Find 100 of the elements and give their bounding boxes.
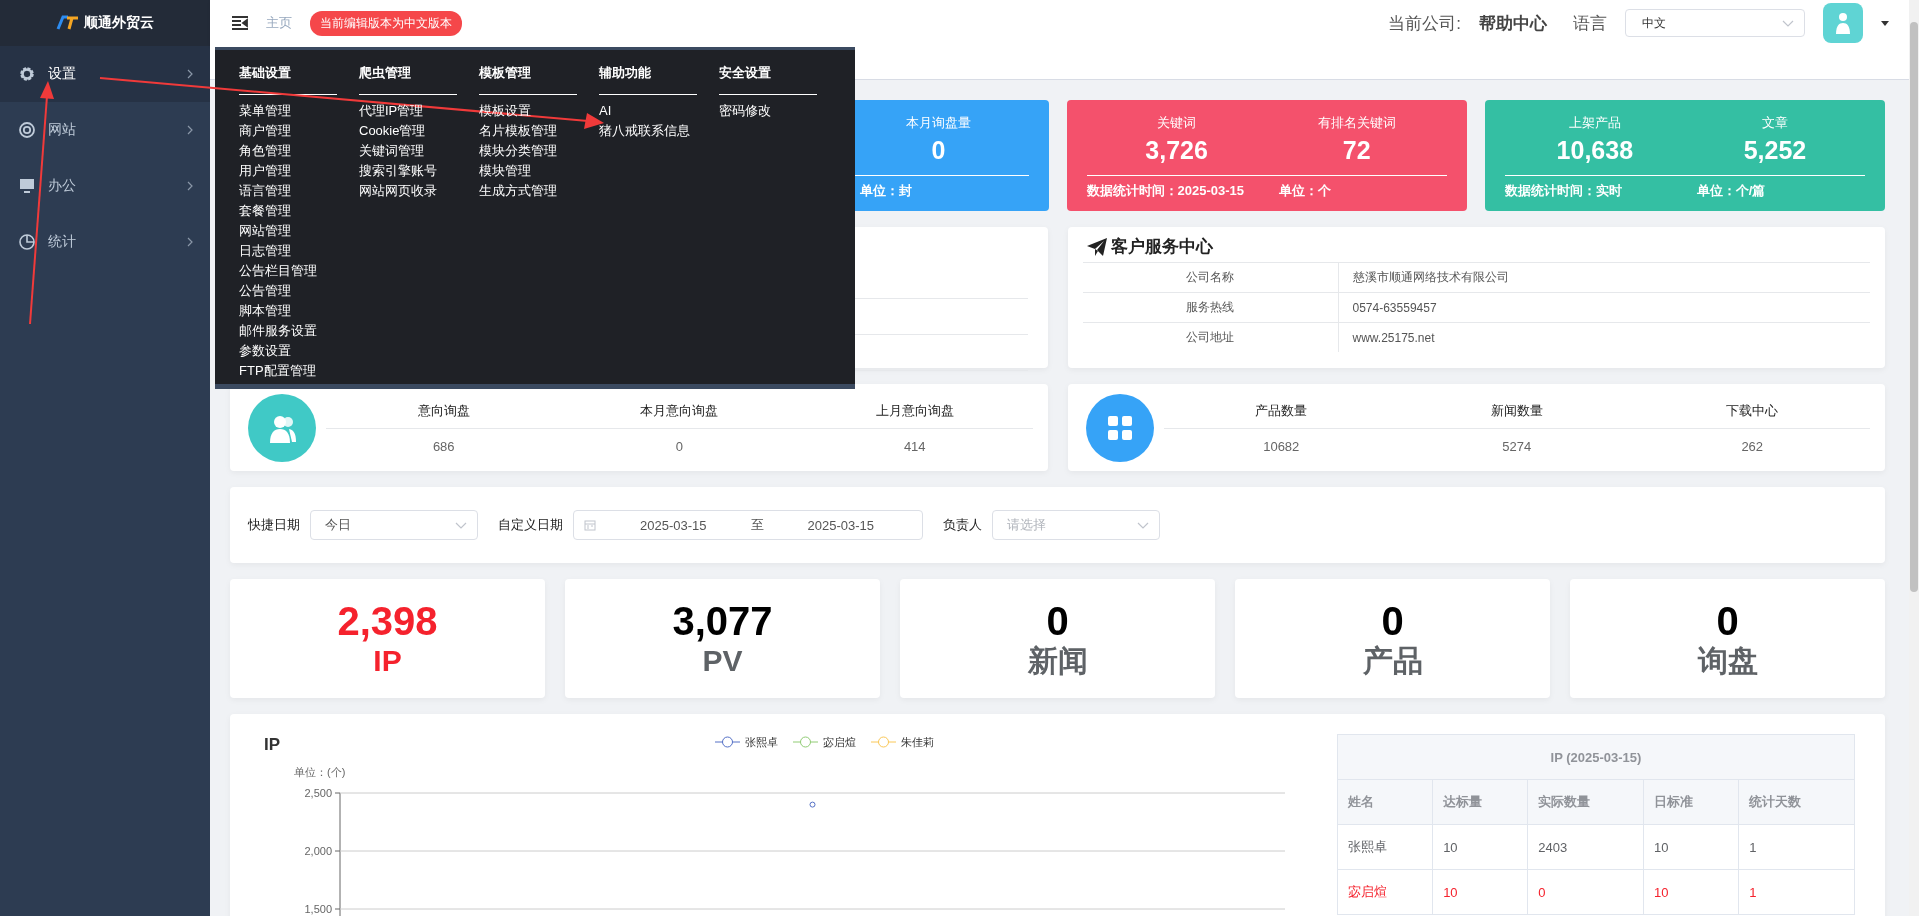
stat-value: 5,252 xyxy=(1743,136,1807,165)
version-badge: 当前编辑版本为中文版本 xyxy=(310,10,462,36)
scrollbar-thumb[interactable] xyxy=(1910,22,1918,592)
table-cell: 10 xyxy=(1432,824,1528,870)
menu-item[interactable]: 猪八戒联系信息 xyxy=(599,121,690,141)
monitor-icon xyxy=(18,177,36,195)
legend-marker-icon[interactable] xyxy=(792,736,819,748)
scrollbar[interactable] xyxy=(1909,0,1919,916)
axis-tick-label: 2,500 xyxy=(304,787,332,799)
menu-heading: 模板管理 xyxy=(479,64,577,95)
menu-item[interactable]: 名片模板管理 xyxy=(479,121,557,141)
menu-item[interactable]: 搜索引擎账号 xyxy=(359,161,437,181)
counter-value: 10682 xyxy=(1263,437,1300,454)
counter-label: 本月意向询盘 xyxy=(561,401,797,429)
table-cell: 张熙卓 xyxy=(1337,824,1433,870)
stat-value: 0 xyxy=(931,136,946,165)
menu-icon[interactable] xyxy=(232,16,248,30)
company-name: 帮助中心 xyxy=(1479,12,1547,35)
chevron-icon xyxy=(186,237,194,247)
quick-date-select[interactable]: 今日 xyxy=(310,510,478,540)
nav-item[interactable]: 设置 xyxy=(0,46,210,102)
menu-item[interactable]: 网站网页收录 xyxy=(359,181,437,201)
nav-item[interactable]: 网站 xyxy=(0,102,210,158)
total-label: PV xyxy=(702,642,743,679)
info-label: 公司名称 xyxy=(1082,263,1339,292)
info-value: 慈溪市顺通网络技术有限公司 xyxy=(1351,269,1510,286)
menu-item[interactable]: 关键词管理 xyxy=(359,141,424,161)
stat-note: 单位：封 xyxy=(860,182,914,200)
stat-value: 3,726 xyxy=(1145,136,1208,165)
table-cell: 1 xyxy=(1738,869,1855,915)
menu-item[interactable]: 模块分类管理 xyxy=(479,141,557,161)
menu-item[interactable]: 模块管理 xyxy=(479,161,531,181)
menu-item[interactable]: 生成方式管理 xyxy=(479,181,557,201)
menu-heading: 爬虫管理 xyxy=(359,64,457,95)
menu-item[interactable]: 角色管理 xyxy=(239,141,291,161)
info-label: 公司地址 xyxy=(1082,323,1339,352)
menu-item[interactable]: 公告栏目管理 xyxy=(239,261,317,281)
stat-note: 单位：个 xyxy=(1278,182,1332,200)
menu-item[interactable]: 商户管理 xyxy=(239,121,291,141)
avatar[interactable] xyxy=(1823,3,1863,43)
legend-marker-icon[interactable] xyxy=(870,736,897,748)
company-label: 当前公司: xyxy=(1388,12,1461,35)
chevron-down-icon xyxy=(1137,521,1149,529)
menu-item[interactable]: 用户管理 xyxy=(239,161,291,181)
menu-item[interactable]: 日志管理 xyxy=(239,241,291,261)
field-label: 负责人 xyxy=(943,516,982,534)
total-value: 0 xyxy=(1716,598,1739,643)
menu-item[interactable]: FTP配置管理 xyxy=(239,361,316,381)
chart-title: IP xyxy=(264,735,281,754)
menu-item[interactable]: Cookie管理 xyxy=(359,121,426,141)
field-label: 自定义日期 xyxy=(498,516,563,534)
menu-item[interactable]: 代理IP管理 xyxy=(359,101,424,121)
menu-item[interactable]: 公告管理 xyxy=(239,281,291,301)
paper-plane-icon xyxy=(1086,237,1107,256)
menu-item[interactable]: 套餐管理 xyxy=(239,201,291,221)
menu-item[interactable]: 密码修改 xyxy=(719,101,771,121)
stat-label: 有排名关键词 xyxy=(1317,114,1396,132)
legend-marker-icon[interactable] xyxy=(714,736,741,748)
column-header: 日标准 xyxy=(1643,779,1739,825)
stat-note: 数据统计时间：2025-03-15 xyxy=(1086,182,1245,200)
menu-item[interactable]: 网站管理 xyxy=(239,221,291,241)
total-label: 询盘 xyxy=(1697,642,1758,679)
field-label: 快捷日期 xyxy=(248,516,300,534)
chevron-down-icon xyxy=(455,521,467,529)
legend-label[interactable]: 张熙卓 xyxy=(745,736,778,748)
total-label: 新闻 xyxy=(1027,642,1088,679)
counter-label: 上月意向询盘 xyxy=(797,401,1033,429)
legend-label[interactable]: 朱佳莉 xyxy=(901,736,934,748)
menu-item[interactable]: 邮件服务设置 xyxy=(239,321,317,341)
gear-icon xyxy=(18,65,36,83)
total-value: 3,077 xyxy=(672,598,773,643)
menu-item[interactable]: AI xyxy=(599,101,612,121)
menu-item[interactable]: 菜单管理 xyxy=(239,101,291,121)
menu-heading: 基础设置 xyxy=(239,64,337,95)
date-range-field[interactable]: 2025-03-15 至 2025-03-15 xyxy=(573,510,923,540)
nav-item[interactable]: 统计 xyxy=(0,214,210,270)
caret-icon[interactable] xyxy=(1881,20,1889,26)
legend-label[interactable]: 宓启煊 xyxy=(823,736,856,748)
axis-tick-label: 2,000 xyxy=(304,845,332,857)
table-title: IP (2025-03-15) xyxy=(1337,734,1855,780)
menu-item[interactable]: 参数设置 xyxy=(239,341,291,361)
stat-value: 72 xyxy=(1342,136,1371,165)
table-cell: 10 xyxy=(1432,869,1528,915)
table-cell: 1 xyxy=(1738,824,1855,870)
menu-heading: 安全设置 xyxy=(719,64,817,95)
total-value: 0 xyxy=(1381,598,1404,643)
total-label: IP xyxy=(373,642,402,679)
axis-tick-label: 1,500 xyxy=(304,903,332,915)
chevron-icon xyxy=(186,181,194,191)
table-cell: 10 xyxy=(1643,824,1739,870)
stat-label: 关键词 xyxy=(1157,114,1197,132)
table-cell: 10 xyxy=(1643,869,1739,915)
menu-item[interactable]: 脚本管理 xyxy=(239,301,291,321)
column-header: 实际数量 xyxy=(1527,779,1644,825)
counter-value: 0 xyxy=(675,437,683,454)
menu-item[interactable]: 语言管理 xyxy=(239,181,291,201)
nav-item[interactable]: 办公 xyxy=(0,158,210,214)
info-value: 0574-63559457 xyxy=(1351,300,1438,315)
counter-label: 产品数量 xyxy=(1163,401,1399,429)
language-select[interactable]: 中文 xyxy=(1625,9,1805,37)
